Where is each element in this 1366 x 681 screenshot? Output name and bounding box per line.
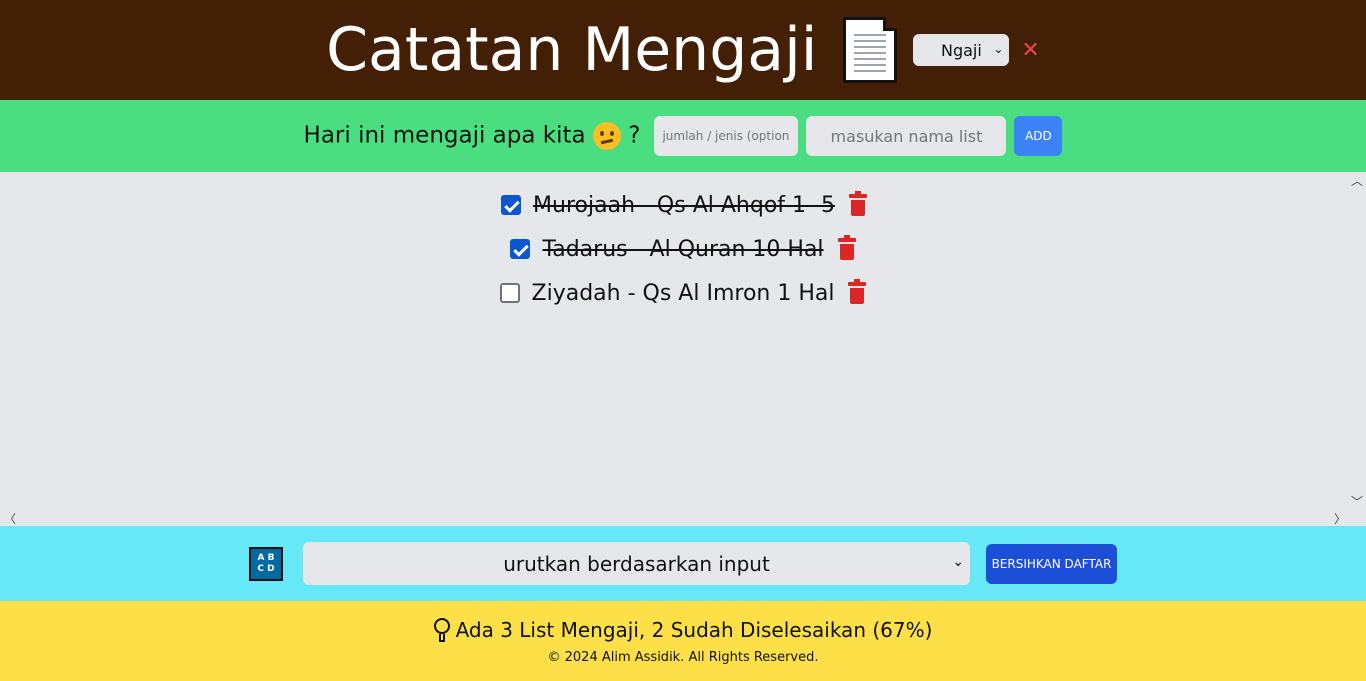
- scroll-right-icon[interactable]: 〉: [1334, 510, 1346, 527]
- scroll-left-icon[interactable]: 〈: [4, 510, 16, 527]
- sort-select-value: urutkan berdasarkan input: [503, 551, 770, 576]
- chevron-down-icon: ⌄: [993, 42, 1004, 56]
- sort-select[interactable]: urutkan berdasarkan input ⌄: [303, 542, 970, 585]
- trash-icon[interactable]: [848, 191, 867, 216]
- item-text: Murojaah - Qs Al Ahqof 1 -5: [533, 192, 835, 218]
- item-checkbox[interactable]: [501, 195, 522, 215]
- list-item: Ziyadah - Qs Al Imron 1 Hal: [499, 278, 867, 308]
- todo-list-area: Murojaah - Qs Al Ahqof 1 -5 Tadarus - Al…: [0, 172, 1366, 526]
- add-prompt: Hari ini mengaji apa kita ?: [303, 122, 641, 150]
- item-name-input[interactable]: [806, 116, 1007, 156]
- add-prompt-text: Hari ini mengaji apa kita: [303, 122, 586, 149]
- vertical-scrollbar[interactable]: ︿ ﹀: [1350, 172, 1366, 510]
- add-prompt-suffix: ?: [628, 122, 641, 149]
- clear-list-button[interactable]: BERSIHKAN DAFTAR: [986, 543, 1117, 584]
- horizontal-scrollbar[interactable]: 〈 〉: [0, 510, 1366, 526]
- item-text: Tadarus - Al Quran 10 Hal: [542, 236, 824, 262]
- stats-text: Ada 3 List Mengaji, 2 Sudah Diselesaikan…: [455, 617, 933, 642]
- add-item-bar: Hari ini mengaji apa kita ? ADD: [0, 100, 1366, 172]
- abcd-icon-line2: C D: [257, 563, 275, 574]
- category-select[interactable]: Ngaji ⌄: [913, 34, 1010, 66]
- todo-list: Murojaah - Qs Al Ahqof 1 -5 Tadarus - Al…: [0, 172, 1366, 308]
- scroll-up-icon[interactable]: ︿: [1351, 172, 1363, 189]
- page-title: Catatan Mengaji: [326, 15, 818, 85]
- item-checkbox[interactable]: [510, 239, 531, 259]
- chevron-down-icon: ⌄: [952, 554, 964, 570]
- add-button[interactable]: ADD: [1014, 116, 1063, 156]
- item-checkbox[interactable]: [499, 283, 520, 303]
- list-item: Tadarus - Al Quran 10 Hal: [510, 234, 856, 264]
- category-select-value: Ngaji: [940, 40, 982, 60]
- trash-icon[interactable]: [837, 235, 856, 260]
- close-icon[interactable]: ✕: [1021, 38, 1039, 63]
- footer: Ada 3 List Mengaji, 2 Sudah Diselesaikan…: [0, 601, 1366, 681]
- list-item: Murojaah - Qs Al Ahqof 1 -5: [501, 190, 867, 220]
- lightbulb-icon: [433, 617, 450, 642]
- trash-icon[interactable]: [848, 279, 867, 304]
- copyright: © 2024 Alim Assidik. All Rights Reserved…: [547, 649, 819, 665]
- abcd-sort-icon: A B C D: [249, 546, 283, 581]
- item-text: Ziyadah - Qs Al Imron 1 Hal: [531, 280, 835, 306]
- sort-bar: A B C D urutkan berdasarkan input ⌄ BERS…: [0, 526, 1366, 601]
- amount-input[interactable]: [654, 116, 799, 156]
- app-header: Catatan Mengaji Ngaji ⌄ ✕: [0, 0, 1366, 100]
- thinking-face-icon: [592, 122, 621, 150]
- scroll-down-icon[interactable]: ﹀: [1351, 493, 1363, 510]
- stats-line: Ada 3 List Mengaji, 2 Sudah Diselesaikan…: [433, 617, 933, 642]
- abcd-icon-line1: A B: [257, 552, 275, 563]
- document-icon: [843, 17, 898, 83]
